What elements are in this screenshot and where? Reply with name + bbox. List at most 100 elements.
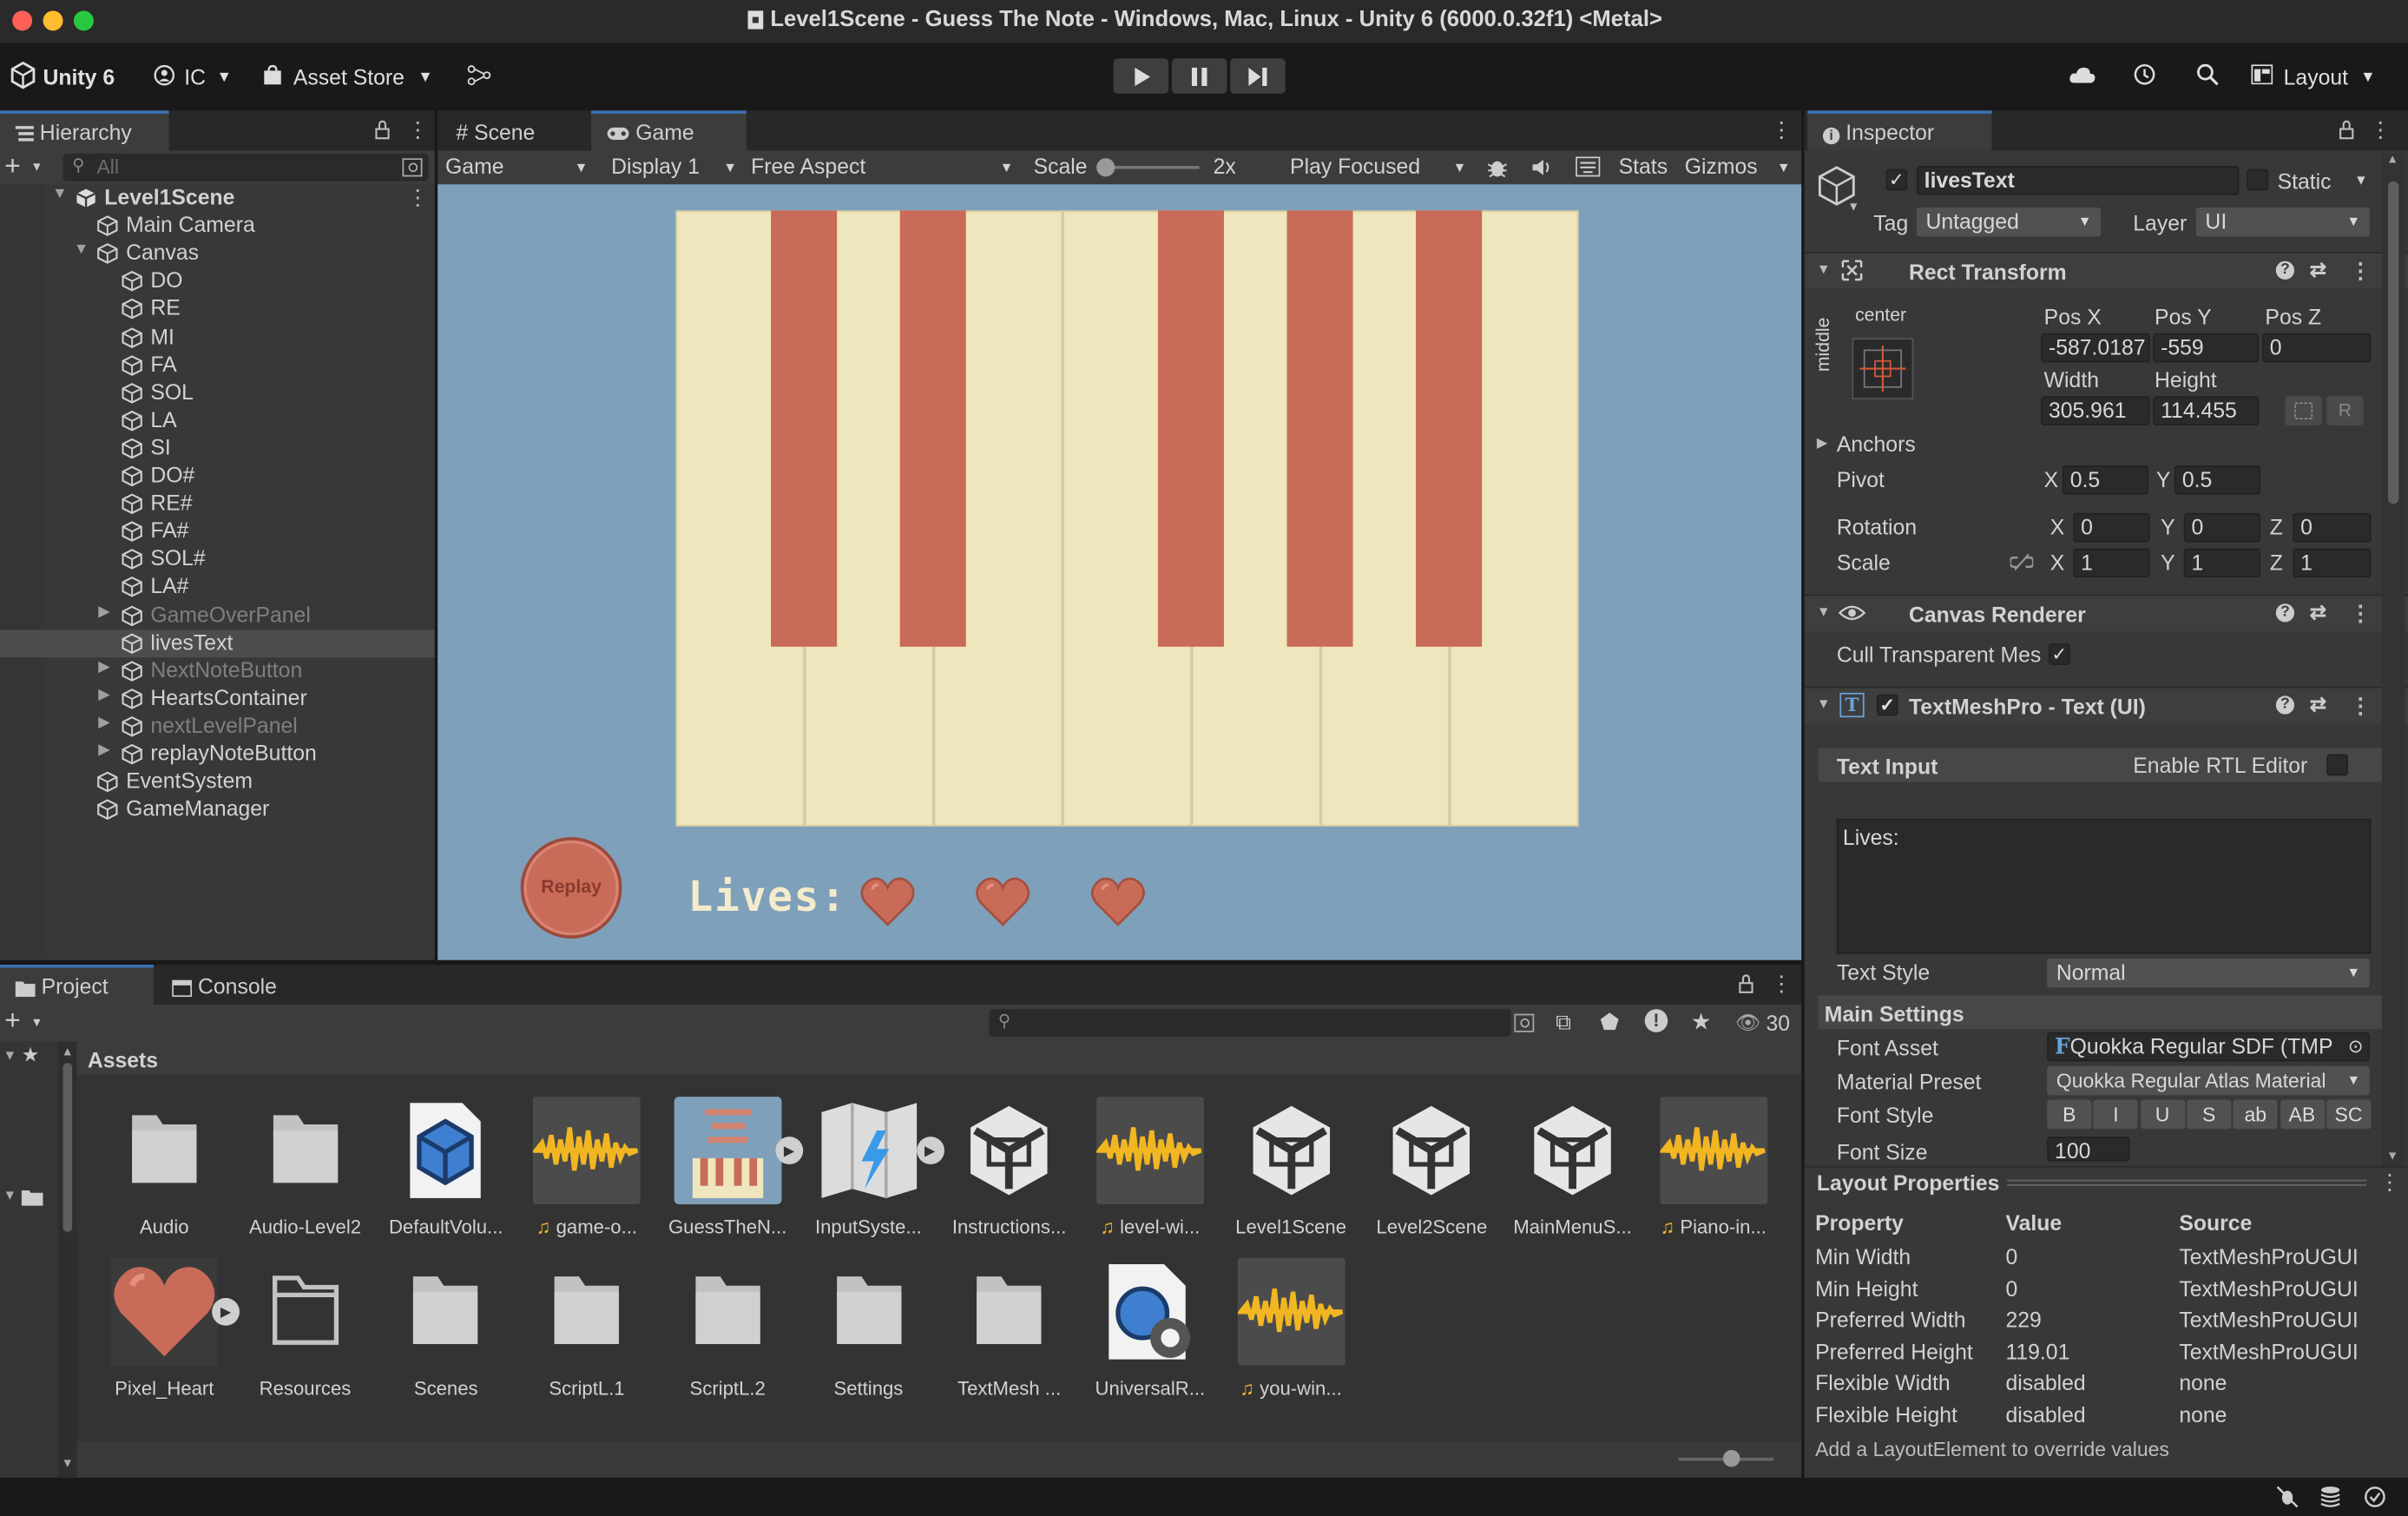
expand-chevron-down-icon[interactable]: ▼ [74,241,89,258]
stats-button[interactable]: Stats [1619,154,1668,178]
project-tree-scrollbar[interactable]: ▲ ▼ [58,1041,77,1478]
textmeshpro-header[interactable]: ▼ T ✓ TextMeshPro - Text (UI) ? ⇄ ⋮ [1804,686,2408,724]
pause-button[interactable] [1171,58,1227,94]
hierarchy-menu-icon[interactable]: ⋮ [407,116,429,142]
scroll-down-icon[interactable]: ▼ [2386,1149,2398,1163]
asset-store-dropdown[interactable]: Asset Store [293,64,405,89]
project-lock-icon[interactable] [1739,974,1754,994]
scene-menu-icon[interactable]: ⋮ [407,184,429,210]
display-dropdown[interactable]: Display 1 [611,154,700,178]
pos-z-field[interactable]: 0 [2261,333,2372,363]
tab-inspector[interactable]: i Inspector [1807,110,1992,151]
asset-item[interactable]: Level1Scene [1223,1097,1359,1244]
scale-z-field[interactable]: 1 [2293,548,2372,578]
hierarchy-item[interactable]: DO# [0,462,435,490]
scale-x-field[interactable]: 1 [2073,548,2150,578]
account-dropdown[interactable]: IC [184,64,206,89]
asset-item[interactable]: ▶ Pixel_Heart [96,1257,240,1406]
hierarchy-item[interactable]: ▶ nextLevelPanel [0,713,435,741]
asset-item[interactable]: ▶ InputSyste... [801,1097,944,1244]
hierarchy-item[interactable]: GameManager [0,796,435,824]
tab-hierarchy[interactable]: Hierarchy [0,110,169,151]
hierarchy-item[interactable]: ▼ Level1Scene ⋮ [0,184,435,212]
asset-item[interactable]: DefaultVolu... [378,1097,514,1244]
font-style-button[interactable]: B [2047,1099,2092,1130]
static-checkbox[interactable] [2247,168,2268,191]
asset-item[interactable]: ♫ Piano-in... [1646,1097,1781,1244]
canvas-component-menu-icon[interactable]: ⋮ [2350,601,2372,627]
tab-scene[interactable]: # Scene [441,110,589,150]
progress-check-icon[interactable] [2364,1486,2387,1509]
game-menu-icon[interactable]: ⋮ [1771,116,1793,142]
black-key[interactable] [771,210,838,647]
tmp-component-menu-icon[interactable]: ⋮ [2350,693,2372,719]
hierarchy-item[interactable]: livesText [0,629,435,657]
aspect-dropdown[interactable]: Free Aspect [751,154,865,178]
rotation-z-field[interactable]: 0 [2293,512,2372,543]
cull-transparent-checkbox[interactable]: ✓ [2048,643,2070,666]
search-window-icon[interactable] [402,158,423,177]
font-style-button[interactable]: U [2140,1099,2185,1130]
assets-tree-folder-icon[interactable] [21,1189,43,1206]
cloud-icon[interactable] [2069,66,2096,84]
game-viewport[interactable]: Replay Lives: [438,184,1802,960]
pos-y-field[interactable]: -559 [2153,333,2260,363]
anchor-presets-button[interactable] [1852,338,1914,399]
asset-item[interactable]: ♫ game-o... [519,1097,655,1244]
hierarchy-item[interactable]: EventSystem [0,768,435,796]
log-type-icon[interactable]: ! [1644,1009,1668,1032]
tab-project[interactable]: Project [0,964,154,1005]
asset-item[interactable]: ScriptL.2 [660,1258,795,1406]
scale-slider[interactable] [1101,166,1200,169]
project-search-input[interactable]: ⚲ [989,1009,1511,1038]
black-key[interactable] [899,210,966,647]
canvas-help-icon[interactable]: ? [2275,603,2295,623]
debug-mode-icon[interactable] [2276,1486,2299,1509]
hierarchy-item[interactable]: ▶ HeartsContainer [0,685,435,713]
project-add-button[interactable]: + [4,1005,21,1037]
hierarchy-item[interactable]: ▼ Canvas [0,240,435,267]
asset-item[interactable]: Scenes [378,1258,514,1406]
inspector-scrollbar[interactable]: ▲ ▼ [2381,152,2405,1168]
layout-divider-handle[interactable] [2007,1179,2367,1186]
tmp-enabled-checkbox[interactable]: ✓ [1876,694,1898,716]
scale-slider-handle[interactable] [1096,158,1115,177]
black-key[interactable] [1416,210,1483,647]
hierarchy-item[interactable]: LA# [0,574,435,602]
height-field[interactable]: 114.455 [2153,396,2260,426]
hierarchy-item[interactable]: RE [0,295,435,323]
font-style-button[interactable]: S [2187,1099,2232,1130]
keyboard-icon[interactable] [1576,156,1601,177]
replay-button[interactable]: Replay [520,837,622,939]
black-key[interactable] [1157,210,1224,647]
play-button[interactable] [1113,58,1169,94]
filter-by-label-icon[interactable]: ⬟ [1600,1009,1619,1035]
anchors-foldout[interactable]: Anchors [1837,432,1916,456]
text-input-area[interactable]: Lives: [1836,818,2372,954]
blueprint-mode-button[interactable] [2285,396,2322,426]
project-search-window-icon[interactable] [1514,1013,1535,1032]
font-style-button[interactable]: AB [2280,1099,2325,1130]
collapse-chevron-right-icon[interactable]: ▶ [98,603,110,619]
play-mode-dropdown[interactable]: Play Focused [1290,154,1420,178]
layer-dropdown[interactable]: UI ▼ [2195,207,2370,237]
asset-item[interactable]: Instructions... [942,1097,1077,1244]
asset-item[interactable]: Level2Scene [1364,1097,1499,1244]
bug-icon[interactable] [1485,155,1510,180]
tmp-help-icon[interactable]: ? [2275,695,2295,715]
collapse-chevron-right-icon[interactable]: ▶ [98,742,110,758]
tab-game[interactable]: Game [591,110,747,151]
asset-item[interactable]: Audio [96,1097,232,1244]
inspector-lock-icon[interactable] [2339,120,2354,140]
asset-item[interactable]: ♫ level-wi... [1082,1097,1218,1244]
collapse-chevron-right-icon[interactable]: ▶ [98,658,110,675]
asset-item[interactable]: Settings [801,1258,937,1406]
canvas-renderer-header[interactable]: ▼ Canvas Renderer ? ⇄ ⋮ [1804,594,2408,632]
expand-chevron-down-icon[interactable]: ▼ [52,186,68,202]
black-key[interactable] [1286,210,1353,647]
font-style-button[interactable]: I [2093,1099,2139,1130]
object-name-input[interactable]: livesText [1916,166,2240,195]
collapse-chevron-right-icon[interactable]: ▶ [98,714,110,730]
hierarchy-item[interactable]: ▶ replayNoteButton [0,741,435,768]
pos-x-field[interactable]: -587.0187 [2041,333,2150,363]
